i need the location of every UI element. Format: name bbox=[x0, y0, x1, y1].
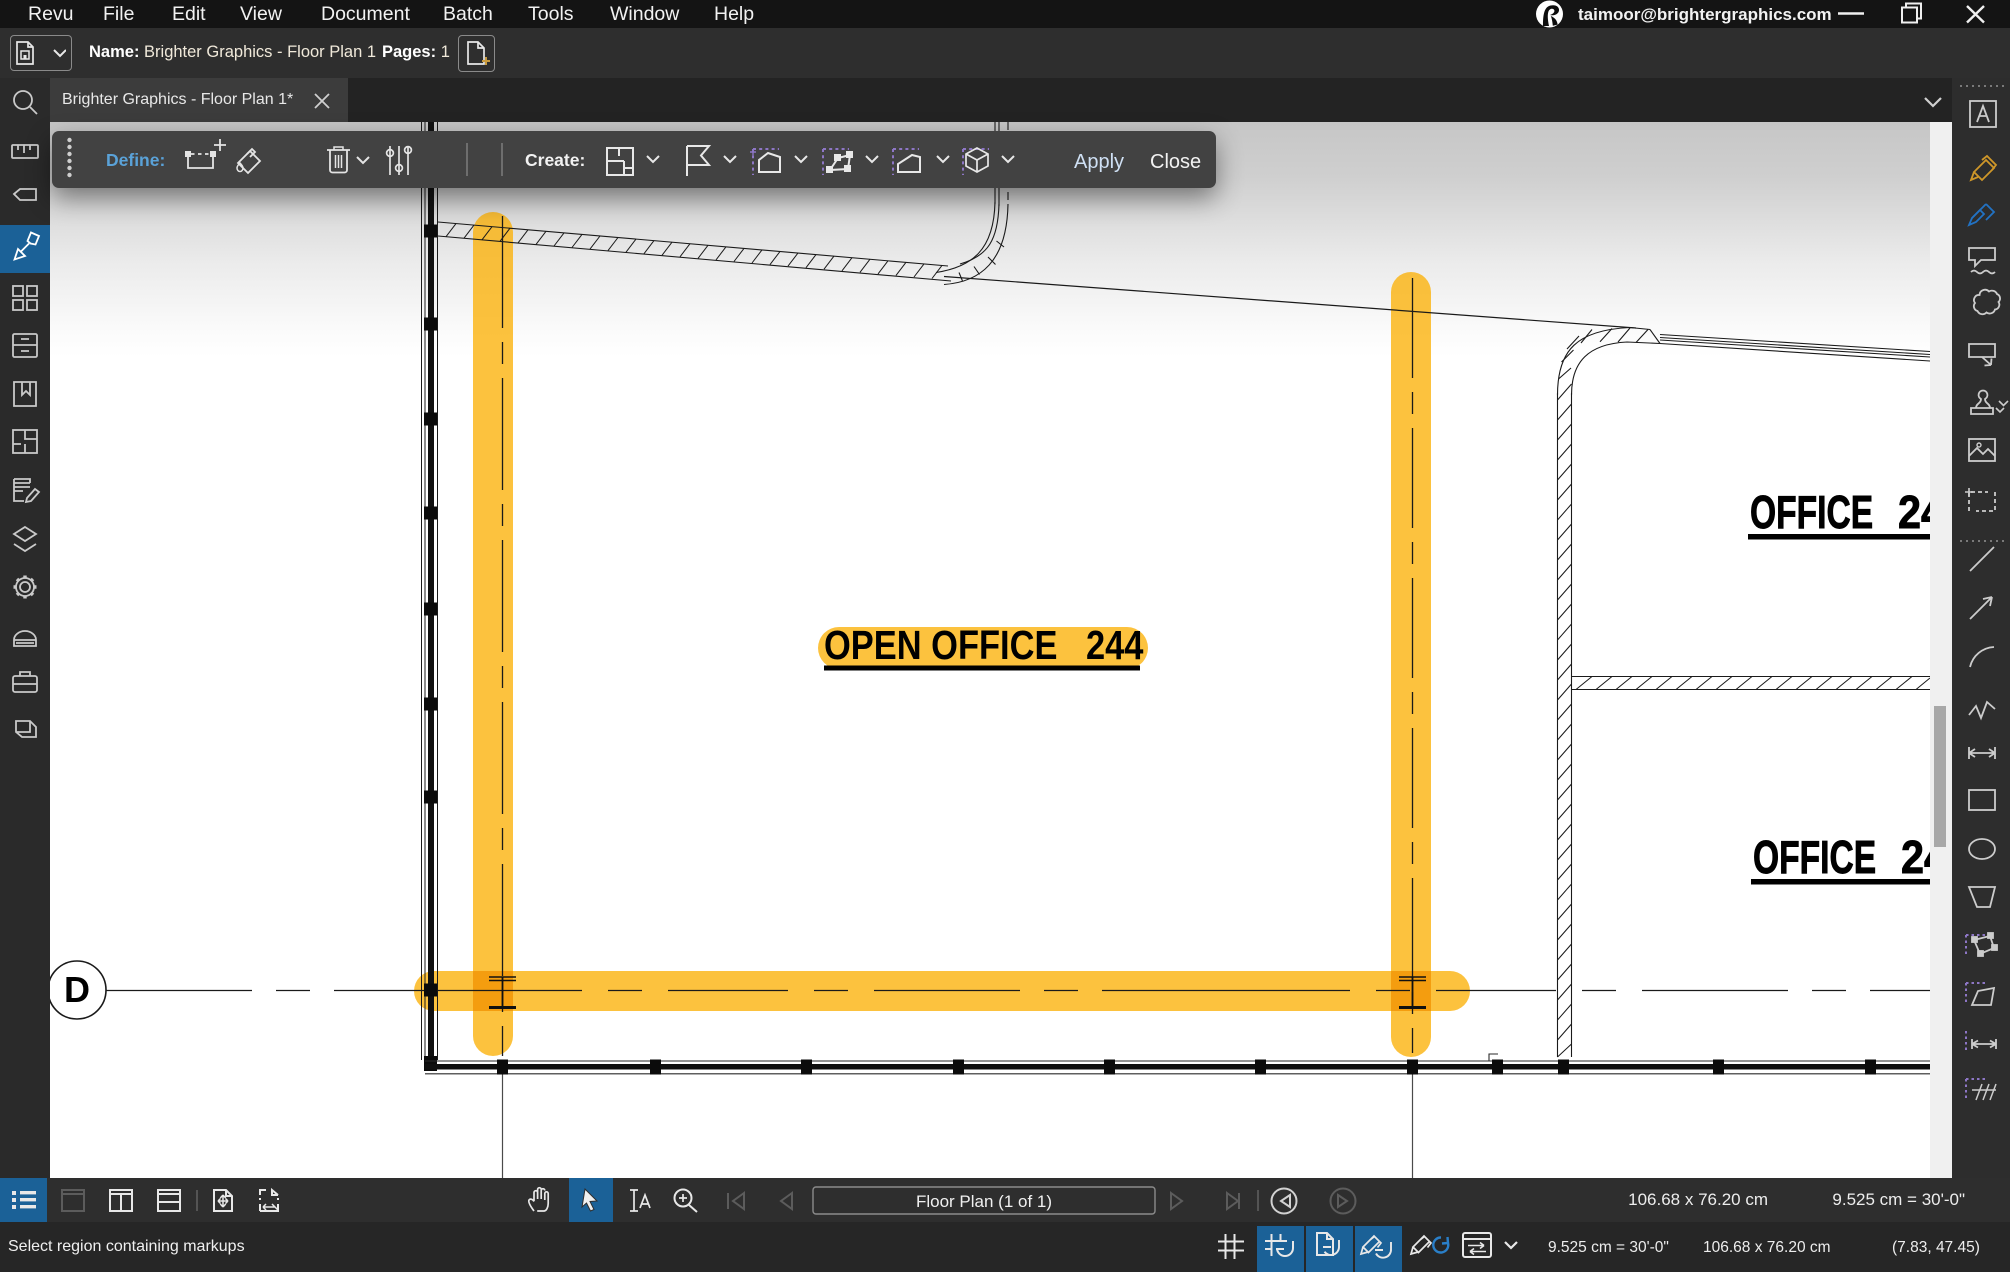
svg-text:Floor Plan (1 of 1): Floor Plan (1 of 1) bbox=[916, 1192, 1052, 1211]
svg-text:244: 244 bbox=[1086, 623, 1143, 668]
svg-text:24: 24 bbox=[1898, 487, 1930, 539]
svg-text:24: 24 bbox=[1901, 832, 1930, 884]
svg-text:OFFICE: OFFICE bbox=[1753, 832, 1876, 883]
svg-text:OPEN OFFICE: OPEN OFFICE bbox=[824, 623, 1057, 668]
svg-text:OFFICE: OFFICE bbox=[1750, 487, 1873, 538]
svg-text:D: D bbox=[64, 969, 90, 1010]
svg-text:Create:: Create: bbox=[525, 150, 585, 170]
svg-text:Define:: Define: bbox=[106, 150, 165, 170]
svg-text:Apply: Apply bbox=[1074, 151, 1124, 173]
svg-text:Close: Close bbox=[1150, 151, 1201, 173]
